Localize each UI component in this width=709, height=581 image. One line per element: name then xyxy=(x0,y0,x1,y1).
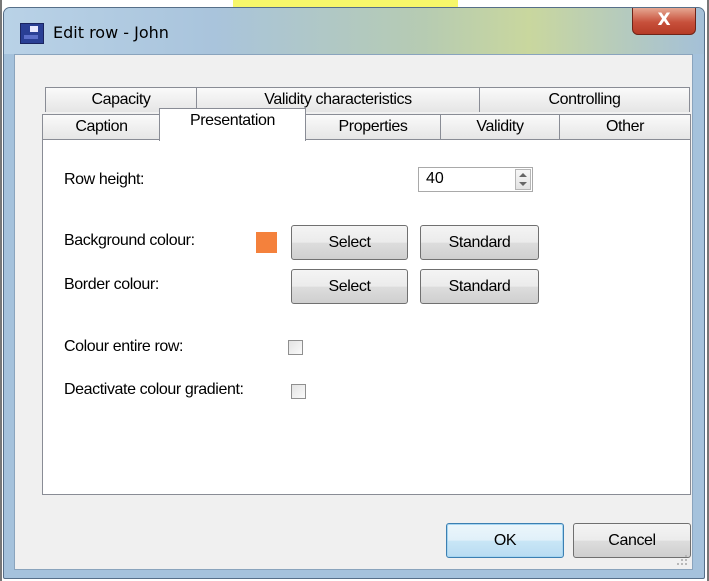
deactivate-gradient-checkbox[interactable] xyxy=(291,384,306,399)
tab-controlling[interactable]: Controlling xyxy=(479,87,690,112)
background-standard-button[interactable]: Standard xyxy=(420,225,539,260)
chevron-down-icon[interactable] xyxy=(519,182,527,186)
tab-properties[interactable]: Properties xyxy=(305,114,441,140)
border-colour-label: Border colour: xyxy=(64,276,159,293)
cancel-button[interactable]: Cancel xyxy=(573,523,691,558)
row-height-spinner[interactable]: 40 xyxy=(418,167,533,192)
app-icon xyxy=(20,23,44,44)
tab-other[interactable]: Other xyxy=(559,114,691,140)
deactivate-gradient-label: Deactivate colour gradient: xyxy=(64,381,244,398)
colour-entire-row-checkbox[interactable] xyxy=(288,340,303,355)
spinner-buttons[interactable] xyxy=(515,169,531,190)
chevron-up-icon[interactable] xyxy=(519,173,527,177)
close-button[interactable]: X xyxy=(632,8,696,35)
border-standard-button[interactable]: Standard xyxy=(420,269,539,304)
background-edge-left xyxy=(0,0,2,581)
border-select-button[interactable]: Select xyxy=(291,269,408,304)
edit-row-dialog: Edit row - John X Capacity Validity char… xyxy=(3,7,705,579)
row-height-label: Row height: xyxy=(64,171,145,188)
background-colour-swatch xyxy=(256,232,277,253)
tab-caption[interactable]: Caption xyxy=(42,114,161,140)
dialog-client-area: Capacity Validity characteristics Contro… xyxy=(14,54,693,570)
ok-button[interactable]: OK xyxy=(446,523,564,558)
background-select-button[interactable]: Select xyxy=(291,225,408,260)
tab-validity[interactable]: Validity xyxy=(440,114,560,140)
row-height-value[interactable]: 40 xyxy=(426,170,444,188)
dialog-title: Edit row - John xyxy=(53,23,169,42)
presentation-panel: Row height: 40 Background colour: Select… xyxy=(42,139,691,495)
background-colour-label: Background colour: xyxy=(64,232,195,249)
tab-presentation[interactable]: Presentation xyxy=(159,108,306,141)
title-bar[interactable]: Edit row - John X xyxy=(4,8,704,54)
resize-grip-icon[interactable] xyxy=(676,554,688,566)
colour-entire-row-label: Colour entire row: xyxy=(64,338,184,355)
close-icon: X xyxy=(657,10,671,30)
